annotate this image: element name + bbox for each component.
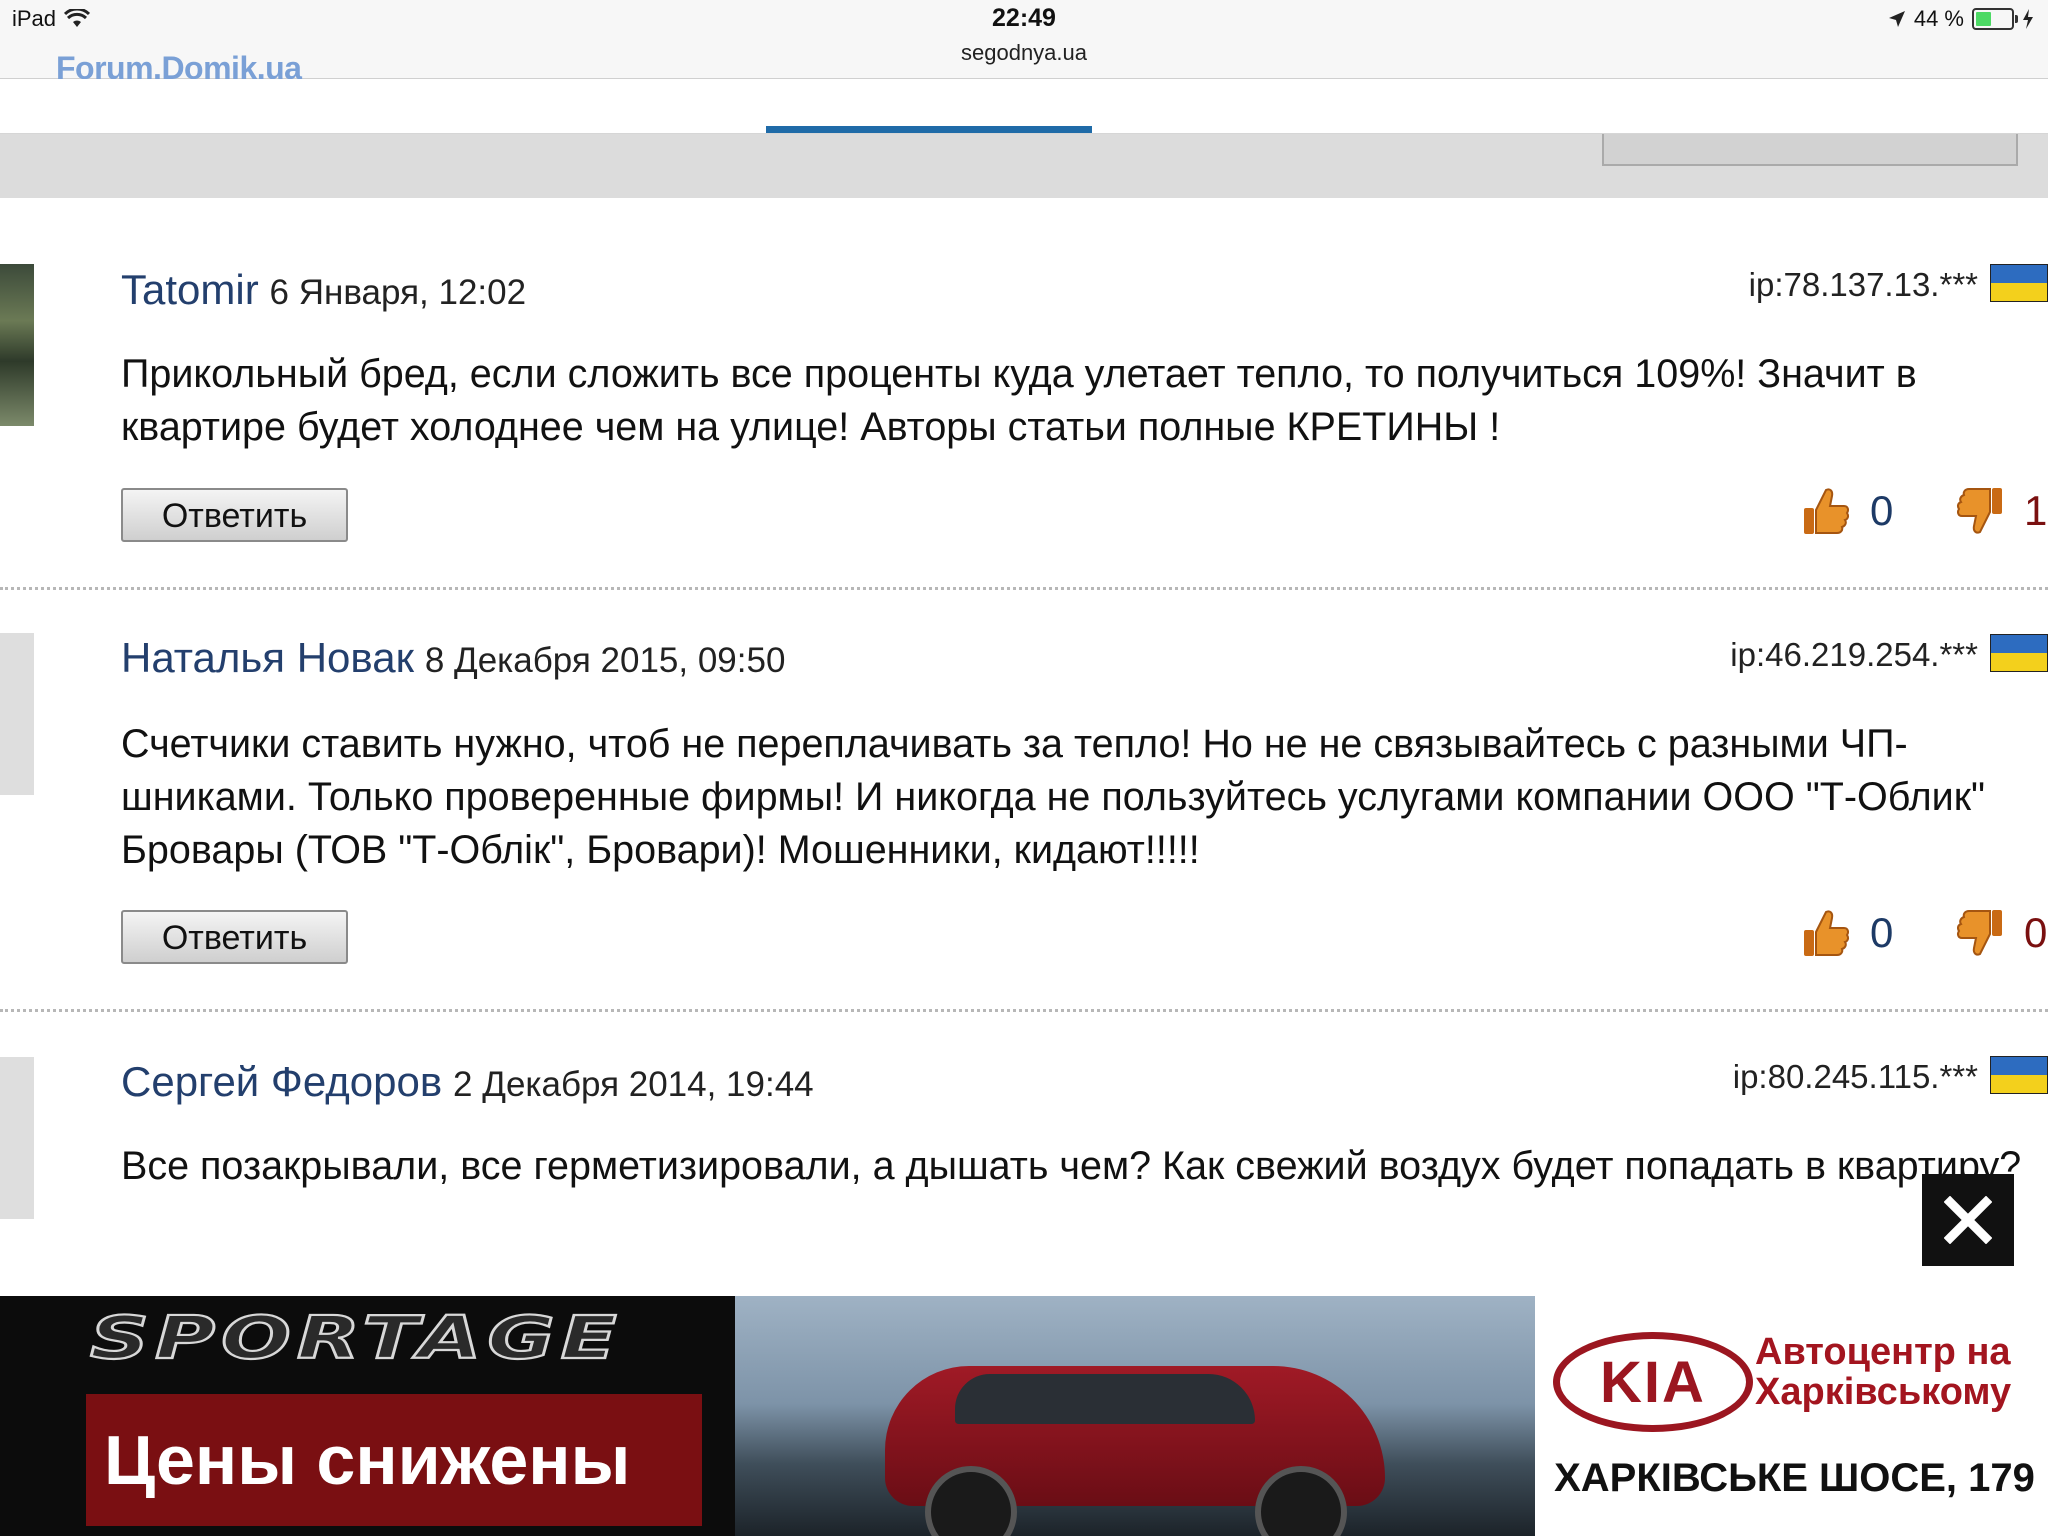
dealer-name: Автоцентр на Харківському	[1755, 1331, 2012, 1413]
comment-divider	[0, 1009, 2048, 1012]
location-arrow-icon	[1888, 11, 1905, 27]
address-bar-url[interactable]: segodnya.ua	[0, 40, 2048, 66]
toolbar-button[interactable]	[1602, 134, 2018, 166]
comment-ip: ip:46.219.254.***	[1730, 636, 1978, 673]
ad-left-panel: SPORTAGE Цены снижены	[0, 1296, 735, 1536]
dislike-count: 1	[2024, 487, 2048, 534]
dislike-button[interactable]: 0	[1956, 908, 2047, 958]
like-count: 0	[1870, 487, 1894, 534]
ukraine-flag-icon	[1990, 634, 2048, 672]
ios-status-bar: iPad 22:49 segodnya.ua 44 %	[0, 0, 2048, 79]
battery-percent: 44 %	[1913, 6, 1964, 31]
comment-text: Прикольный бред, если сложить все процен…	[121, 352, 1917, 449]
close-icon	[1944, 1196, 1992, 1244]
thumb-down-icon	[1956, 910, 2002, 956]
comment-date: 6 Января, 12:02	[269, 273, 527, 312]
like-button[interactable]: 0	[1802, 486, 1893, 536]
ukraine-flag-icon	[1990, 264, 2048, 302]
like-count: 0	[1870, 909, 1894, 956]
reply-button[interactable]: Ответить	[121, 910, 348, 964]
battery-icon	[1972, 8, 2018, 30]
avatar	[0, 633, 34, 795]
comment-divider	[0, 587, 2048, 590]
comment-author[interactable]: Сергей Федоров	[121, 1058, 442, 1105]
like-button[interactable]: 0	[1802, 908, 1893, 958]
dislike-count: 0	[2024, 909, 2048, 956]
ad-slogan: Цены снижены	[86, 1394, 702, 1526]
comment-date: 2 Декабря 2014, 19:44	[453, 1065, 814, 1104]
car-window	[955, 1374, 1255, 1424]
kia-logo: KIA	[1553, 1332, 1753, 1432]
nav-active-indicator	[766, 126, 1092, 133]
ad-dealer-panel: KIA Автоцентр на Харківському ХАРКІВСЬКЕ…	[1535, 1296, 2048, 1536]
close-ad-button[interactable]	[1922, 1174, 2014, 1266]
comment-ip: ip:80.245.115.***	[1732, 1058, 1978, 1095]
charging-bolt-icon	[2023, 9, 2033, 29]
avatar	[0, 1057, 34, 1219]
status-time: 22:49	[992, 4, 1056, 32]
comment-ip: ip:78.137.13.***	[1748, 266, 1978, 303]
reply-button[interactable]: Ответить	[121, 488, 348, 542]
comment-header: Tatomir 6 Января, 12:02	[121, 266, 526, 314]
thumb-up-icon	[1804, 910, 1850, 956]
dealer-address: ХАРКІВСЬКЕ ШОСЕ, 179	[1554, 1456, 2035, 1500]
ad-car-photo	[735, 1296, 1535, 1536]
dislike-button[interactable]: 1	[1956, 486, 2047, 536]
status-right: 44 %	[1888, 6, 2034, 32]
comment-author[interactable]: Наталья Новак	[121, 634, 414, 681]
comment-text: Счетчики ставить нужно, чтоб не переплач…	[121, 722, 1986, 872]
comment-date: 8 Декабря 2015, 09:50	[424, 641, 786, 680]
avatar	[0, 264, 34, 426]
comment-header: Наталья Новак 8 Декабря 2015, 09:50	[121, 634, 785, 682]
thumb-down-icon	[1956, 488, 2002, 534]
kia-logo-text: KIA	[1600, 1349, 1706, 1415]
thumb-up-icon	[1804, 488, 1850, 534]
kia-ad-banner[interactable]: SPORTAGE Цены снижены KIA Автоцентр на Х…	[0, 1296, 2048, 1536]
comment-header: Сергей Федоров 2 Декабря 2014, 19:44	[121, 1058, 814, 1106]
ukraine-flag-icon	[1990, 1056, 2048, 1094]
comment-author[interactable]: Tatomir	[121, 266, 259, 313]
comment-text: Все позакрывали, все герметизировали, а …	[121, 1144, 2022, 1188]
ad-model-name: SPORTAGE	[89, 1303, 623, 1374]
